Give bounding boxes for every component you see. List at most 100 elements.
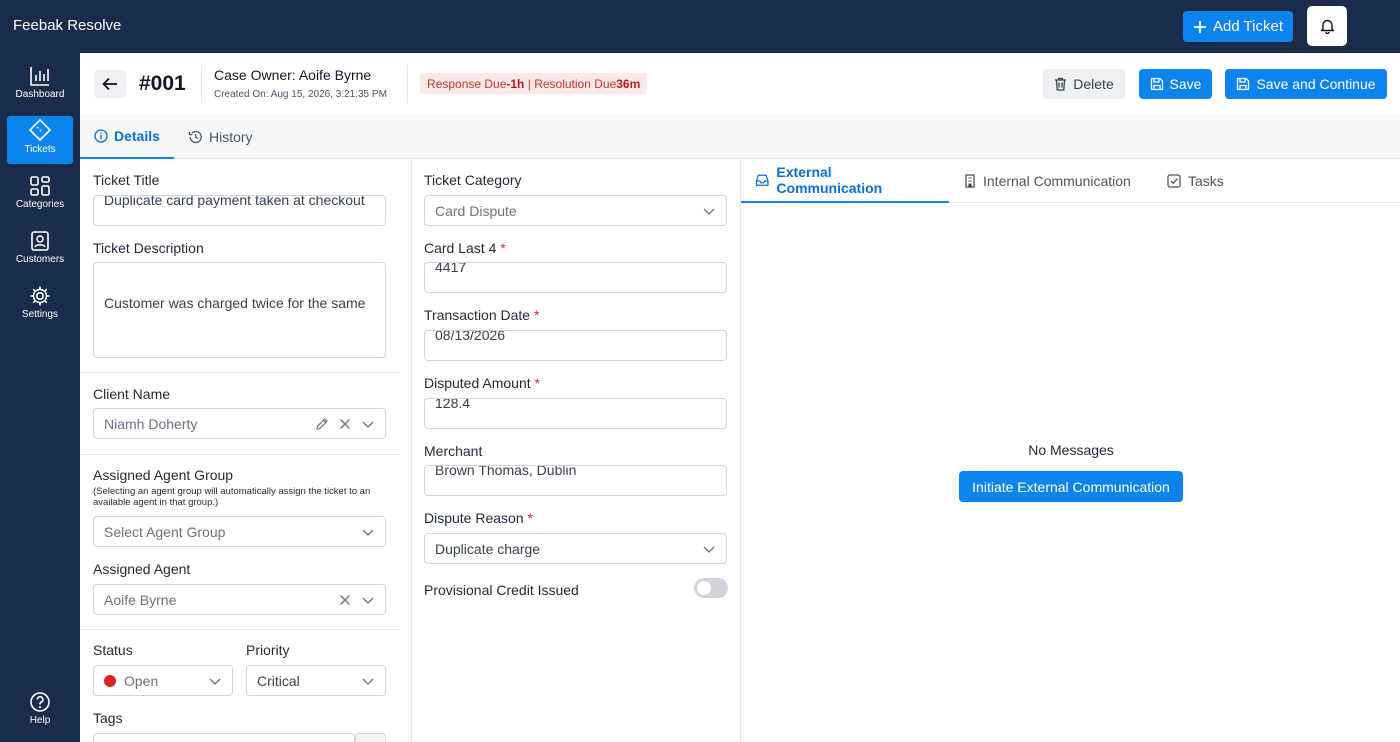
tab-label: Internal Communication — [983, 173, 1131, 189]
assigned-agent-select[interactable]: Aoife Byrne — [93, 584, 386, 615]
client-name-select[interactable]: Niamh Doherty — [93, 408, 386, 439]
ticket-title-label: Ticket Title — [93, 172, 160, 188]
chevron-down-icon[interactable] — [702, 204, 716, 218]
divider — [80, 454, 400, 455]
top-bar: Feebak Resolve Add Ticket — [0, 0, 1400, 53]
sidebar-item-tickets[interactable]: Tickets — [7, 116, 73, 164]
add-ticket-button[interactable]: Add Ticket — [1183, 11, 1293, 42]
chevron-down-icon[interactable] — [208, 674, 222, 688]
sidebar-item-dashboard[interactable]: Dashboard — [7, 63, 73, 111]
dispute-reason-label: Dispute Reason * — [424, 510, 533, 526]
sidebar-item-categories[interactable]: Categories — [7, 173, 73, 221]
pencil-icon[interactable] — [315, 417, 329, 431]
merchant-input[interactable]: Brown Thomas, Dublin — [424, 465, 727, 496]
chevron-down-icon[interactable] — [702, 542, 716, 556]
bar-chart-icon — [30, 67, 49, 86]
tab-history-label: History — [209, 129, 253, 145]
tab-external-communication[interactable]: External Communication — [741, 159, 949, 203]
tab-tasks[interactable]: Tasks — [1167, 159, 1224, 203]
back-button[interactable] — [94, 70, 126, 98]
sidebar-item-settings[interactable]: Settings — [7, 283, 73, 331]
resolution-due-value: 36m — [616, 76, 641, 91]
resolution-due-label: Resolution Due — [534, 76, 617, 91]
response-due-label: Response Due — [427, 76, 507, 91]
ticket-title-input[interactable]: Duplicate card payment taken at checkout — [93, 195, 386, 226]
provisional-credit-toggle[interactable] — [694, 578, 728, 598]
close-icon[interactable] — [338, 417, 352, 431]
communication-panel: External Communication Internal Communic… — [740, 159, 1400, 742]
save-and-continue-label: Save and Continue — [1256, 76, 1376, 92]
ticket-header: #001 Case Owner: Aoife Byrne Created On:… — [80, 53, 1400, 115]
sidebar-item-label: Dashboard — [15, 89, 65, 100]
required-mark: * — [527, 510, 533, 526]
arrow-left-icon — [102, 77, 117, 91]
close-icon[interactable] — [338, 593, 352, 607]
assigned-agent-label: Assigned Agent — [93, 561, 191, 577]
ticket-details-column: Ticket Title Duplicate card payment take… — [80, 159, 410, 742]
agent-group-label: Assigned Agent Group — [93, 467, 234, 483]
divider — [80, 629, 400, 630]
notifications-button[interactable] — [1307, 6, 1347, 46]
app-title: Feebak Resolve — [13, 17, 122, 34]
chevron-down-icon[interactable] — [361, 593, 375, 607]
sidebar-item-label: Help — [29, 715, 51, 726]
save-button[interactable]: Save — [1139, 69, 1212, 99]
initiate-external-communication-button[interactable]: Initiate External Communication — [959, 471, 1183, 502]
response-due-value: -1h — [506, 76, 525, 91]
tab-history[interactable]: History — [188, 115, 253, 159]
tags-input[interactable] — [93, 733, 355, 742]
details-tabs: Details History — [80, 115, 1400, 159]
add-ticket-label: Add Ticket — [1212, 18, 1284, 35]
status-select[interactable]: Open — [93, 665, 233, 696]
history-icon — [188, 130, 202, 144]
chevron-down-icon[interactable] — [361, 674, 375, 688]
disputed-amount-input[interactable]: 128.4 — [424, 398, 727, 429]
delete-button[interactable]: Delete — [1043, 69, 1125, 99]
save-label: Save — [1169, 76, 1202, 92]
category-fields-column: Ticket Category Card Dispute Card Last 4… — [411, 159, 740, 742]
bell-icon — [1320, 19, 1334, 34]
info-icon — [94, 129, 108, 143]
sidebar-item-help[interactable]: Help — [7, 689, 73, 737]
sidebar: Dashboard Tickets Categories Customers S… — [0, 53, 80, 742]
save-and-continue-button[interactable]: Save and Continue — [1225, 69, 1387, 99]
card-last4-label: Card Last 4 * — [424, 240, 506, 256]
divider — [80, 372, 400, 373]
ticket-category-label: Ticket Category — [424, 172, 522, 188]
provisional-credit-label: Provisional Credit Issued — [424, 582, 579, 598]
save-icon — [1150, 77, 1163, 91]
due-separator: | — [524, 76, 535, 91]
client-name-label: Client Name — [93, 386, 171, 402]
due-badge: Response Due -1h | Resolution Due 36m — [420, 73, 648, 94]
add-tag-button[interactable] — [355, 733, 386, 742]
inbox-icon — [755, 174, 769, 186]
status-label: Status — [93, 642, 133, 658]
required-mark: * — [534, 375, 540, 391]
chevron-down-icon[interactable] — [361, 525, 375, 539]
transaction-date-input[interactable]: 08/13/2026 — [424, 330, 727, 361]
chevron-down-icon[interactable] — [361, 417, 375, 431]
agent-group-select[interactable]: Select Agent Group — [93, 516, 386, 547]
sidebar-item-label: Settings — [21, 309, 59, 320]
merchant-label: Merchant — [424, 443, 483, 459]
tab-internal-communication[interactable]: Internal Communication — [964, 159, 1131, 203]
tab-details[interactable]: Details — [80, 115, 174, 159]
sidebar-item-label: Categories — [15, 199, 65, 210]
ticket-description-label: Ticket Description — [93, 240, 204, 256]
help-icon — [30, 692, 50, 712]
card-last4-input[interactable]: 4417 — [424, 262, 727, 293]
ticket-description-textarea[interactable]: Customer was charged twice for the same — [93, 262, 386, 358]
priority-select[interactable]: Critical — [246, 665, 386, 696]
tab-label: Tasks — [1188, 173, 1224, 189]
ticket-category-select[interactable]: Card Dispute — [424, 195, 727, 226]
dispute-reason-select[interactable]: Duplicate charge — [424, 533, 727, 564]
tab-details-label: Details — [114, 128, 160, 144]
checkbox-icon — [1167, 174, 1181, 188]
building-icon — [965, 174, 975, 188]
tab-label: External Communication — [776, 164, 883, 196]
required-mark: * — [500, 240, 506, 256]
ticket-id: #001 — [139, 72, 186, 95]
sidebar-item-customers[interactable]: Customers — [7, 228, 73, 276]
plus-icon — [1193, 20, 1206, 33]
transaction-date-label: Transaction Date * — [424, 307, 540, 323]
